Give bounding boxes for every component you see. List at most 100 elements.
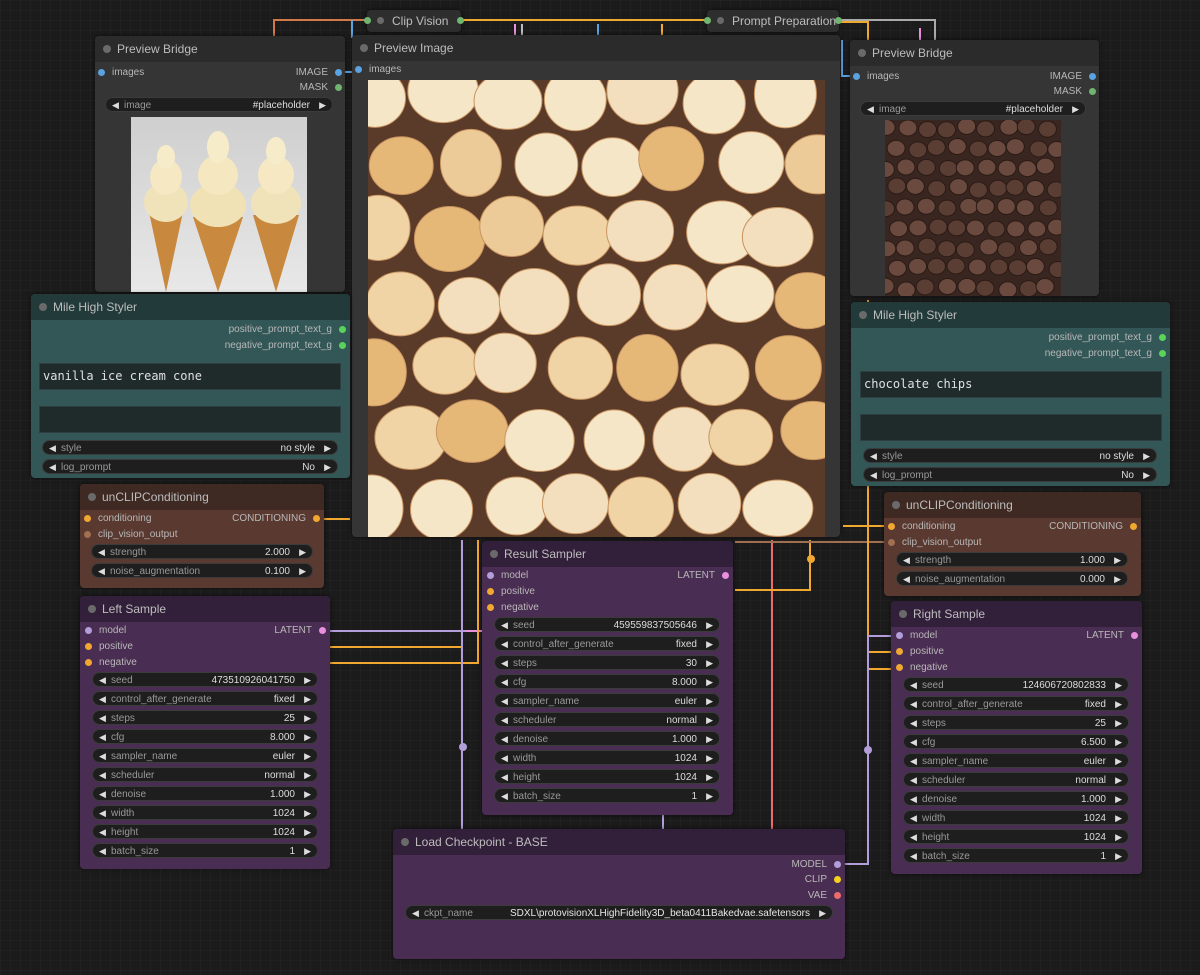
arrow-right-icon[interactable]: ▶ <box>1143 468 1150 483</box>
negative-prompt-textarea[interactable] <box>39 406 341 433</box>
output-latent[interactable]: LATENT <box>1086 629 1138 643</box>
arrow-left-icon[interactable]: ◀ <box>99 749 106 764</box>
arrow-left-icon[interactable]: ◀ <box>99 673 106 688</box>
arrow-right-icon[interactable]: ▶ <box>1115 678 1122 693</box>
image-widget[interactable]: ◀ image #placeholder ▶ <box>860 101 1086 116</box>
arrow-right-icon[interactable]: ▶ <box>706 694 713 709</box>
sampler-widget[interactable]: ◀ sampler_name euler ▶ <box>494 693 720 708</box>
arrow-right-icon[interactable]: ▶ <box>299 545 306 560</box>
input-model[interactable]: model <box>896 629 937 643</box>
arrow-right-icon[interactable]: ▶ <box>819 906 826 921</box>
arrow-left-icon[interactable]: ◀ <box>910 678 917 693</box>
sampler-widget[interactable]: ◀ scheduler normal ▶ <box>494 712 720 727</box>
arrow-left-icon[interactable]: ◀ <box>501 656 508 671</box>
input-positive[interactable]: positive <box>896 645 944 659</box>
arrow-left-icon[interactable]: ◀ <box>910 811 917 826</box>
arrow-right-icon[interactable]: ▶ <box>1072 102 1079 117</box>
left-sample-node[interactable]: Left Sample model positive negative LATENT ◀ s… <box>80 596 330 869</box>
arrow-left-icon[interactable]: ◀ <box>903 572 910 587</box>
sampler-widget[interactable]: ◀ width 1024 ▶ <box>494 750 720 765</box>
input-clip-vision-output[interactable]: clip_vision_output <box>84 528 178 542</box>
arrow-left-icon[interactable]: ◀ <box>501 732 508 747</box>
unclip-right-node[interactable]: unCLIPConditioning conditioning clip_vis… <box>884 492 1141 596</box>
arrow-right-icon[interactable]: ▶ <box>304 787 311 802</box>
sampler-widget[interactable]: ◀ height 1024 ▶ <box>494 769 720 784</box>
sampler-widget[interactable]: ◀ steps 25 ▶ <box>92 710 318 725</box>
sampler-widget[interactable]: ◀ sampler_name euler ▶ <box>92 748 318 763</box>
node-title-bar[interactable]: Load Checkpoint - BASE <box>393 829 845 855</box>
arrow-right-icon[interactable]: ▶ <box>706 618 713 633</box>
right-sample-node[interactable]: Right Sample model positive negative LATENT ◀… <box>891 601 1142 874</box>
arrow-right-icon[interactable]: ▶ <box>1115 811 1122 826</box>
arrow-right-icon[interactable]: ▶ <box>1115 754 1122 769</box>
arrow-right-icon[interactable]: ▶ <box>1114 572 1121 587</box>
arrow-left-icon[interactable]: ◀ <box>867 102 874 117</box>
mask-pin[interactable] <box>335 84 342 91</box>
node-title-bar[interactable]: Mile High Styler <box>31 294 350 320</box>
arrow-left-icon[interactable]: ◀ <box>870 449 877 464</box>
image-pin[interactable] <box>1089 73 1096 80</box>
prompt-preparation-node[interactable]: Prompt Preparation <box>704 10 842 32</box>
output-conditioning[interactable]: CONDITIONING <box>232 512 320 526</box>
sampler-widget[interactable]: ◀ steps 25 ▶ <box>903 715 1129 730</box>
conditioning-pin[interactable] <box>888 523 895 530</box>
arrow-right-icon[interactable]: ▶ <box>299 564 306 579</box>
prompt-prep-input-pin[interactable] <box>704 17 711 24</box>
node-title-bar[interactable]: unCLIPConditioning <box>884 492 1141 518</box>
load-checkpoint-node[interactable]: Load Checkpoint - BASE MODEL CLIP VAE ◀ c… <box>393 829 845 959</box>
arrow-right-icon[interactable]: ▶ <box>706 751 713 766</box>
ckpt-name-widget[interactable]: ◀ ckpt_name SDXL\protovisionXLHighFidelity… <box>405 905 833 920</box>
sampler-widget[interactable]: ◀ sampler_name euler ▶ <box>903 753 1129 768</box>
output-negative-prompt[interactable]: negative_prompt_text_g <box>1045 347 1166 361</box>
mask-pin[interactable] <box>1089 88 1096 95</box>
sampler-widget[interactable]: ◀ denoise 1.000 ▶ <box>494 731 720 746</box>
model-pin[interactable] <box>487 572 494 579</box>
sampler-widget[interactable]: ◀ denoise 1.000 ▶ <box>903 791 1129 806</box>
node-title-bar[interactable]: Preview Bridge <box>850 40 1099 66</box>
output-latent[interactable]: LATENT <box>274 624 326 638</box>
arrow-left-icon[interactable]: ◀ <box>99 825 106 840</box>
string-pin[interactable] <box>339 326 346 333</box>
arrow-left-icon[interactable]: ◀ <box>412 906 419 921</box>
arrow-right-icon[interactable]: ▶ <box>706 713 713 728</box>
conditioning-pin[interactable] <box>896 648 903 655</box>
arrow-left-icon[interactable]: ◀ <box>98 545 105 560</box>
styler-left-node[interactable]: Mile High Styler positive_prompt_text_g … <box>31 294 350 478</box>
output-mask[interactable]: MASK <box>1054 85 1096 99</box>
model-pin[interactable] <box>834 861 841 868</box>
arrow-left-icon[interactable]: ◀ <box>99 692 106 707</box>
clip-vision-pin[interactable] <box>888 539 895 546</box>
input-images[interactable]: images <box>853 70 899 84</box>
sampler-widget[interactable]: ◀ control_after_generate fixed ▶ <box>903 696 1129 711</box>
output-mask[interactable]: MASK <box>300 81 342 95</box>
arrow-right-icon[interactable]: ▶ <box>1143 449 1150 464</box>
strength-widget[interactable]: ◀ strength 1.000 ▶ <box>896 552 1128 567</box>
conditioning-pin[interactable] <box>85 643 92 650</box>
input-model[interactable]: model <box>487 569 528 583</box>
latent-pin[interactable] <box>319 627 326 634</box>
model-pin[interactable] <box>896 632 903 639</box>
arrow-right-icon[interactable]: ▶ <box>706 770 713 785</box>
arrow-left-icon[interactable]: ◀ <box>501 694 508 709</box>
output-clip[interactable]: CLIP <box>805 873 841 887</box>
input-conditioning[interactable]: conditioning <box>888 520 955 534</box>
unclip-left-node[interactable]: unCLIPConditioning conditioning clip_vis… <box>80 484 324 588</box>
arrow-right-icon[interactable]: ▶ <box>304 730 311 745</box>
node-title-bar[interactable]: Left Sample <box>80 596 330 622</box>
sampler-widget[interactable]: ◀ scheduler normal ▶ <box>92 767 318 782</box>
arrow-left-icon[interactable]: ◀ <box>49 460 56 475</box>
conditioning-pin[interactable] <box>487 588 494 595</box>
sampler-widget[interactable]: ◀ batch_size 1 ▶ <box>92 843 318 858</box>
image-pin[interactable] <box>335 69 342 76</box>
arrow-left-icon[interactable]: ◀ <box>98 564 105 579</box>
clip-vision-node[interactable]: Clip Vision <box>364 10 464 32</box>
arrow-left-icon[interactable]: ◀ <box>910 697 917 712</box>
arrow-left-icon[interactable]: ◀ <box>501 675 508 690</box>
arrow-left-icon[interactable]: ◀ <box>501 618 508 633</box>
output-image[interactable]: IMAGE <box>296 66 342 80</box>
arrow-left-icon[interactable]: ◀ <box>870 468 877 483</box>
arrow-right-icon[interactable]: ▶ <box>324 460 331 475</box>
arrow-right-icon[interactable]: ▶ <box>1115 697 1122 712</box>
image-pin[interactable] <box>853 73 860 80</box>
conditioning-pin[interactable] <box>487 604 494 611</box>
